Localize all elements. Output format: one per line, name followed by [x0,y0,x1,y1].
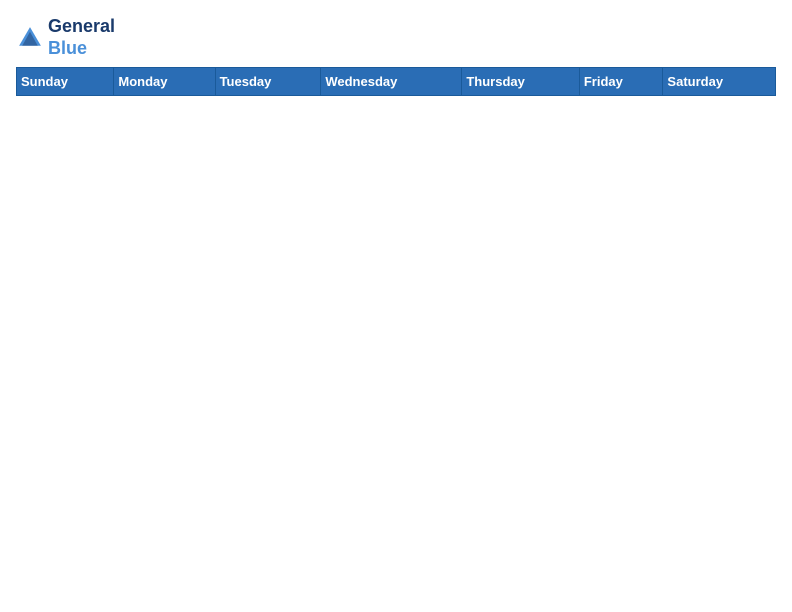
logo: General Blue [16,16,115,59]
weekday-header-row: SundayMondayTuesdayWednesdayThursdayFrid… [17,68,776,96]
weekday-sunday: Sunday [17,68,114,96]
logo-icon [16,24,44,52]
weekday-tuesday: Tuesday [215,68,321,96]
weekday-wednesday: Wednesday [321,68,462,96]
weekday-monday: Monday [114,68,215,96]
page-header: General Blue [16,16,776,59]
weekday-saturday: Saturday [663,68,776,96]
calendar-table: SundayMondayTuesdayWednesdayThursdayFrid… [16,67,776,96]
logo-text: General Blue [48,16,115,59]
weekday-thursday: Thursday [462,68,580,96]
weekday-friday: Friday [579,68,663,96]
